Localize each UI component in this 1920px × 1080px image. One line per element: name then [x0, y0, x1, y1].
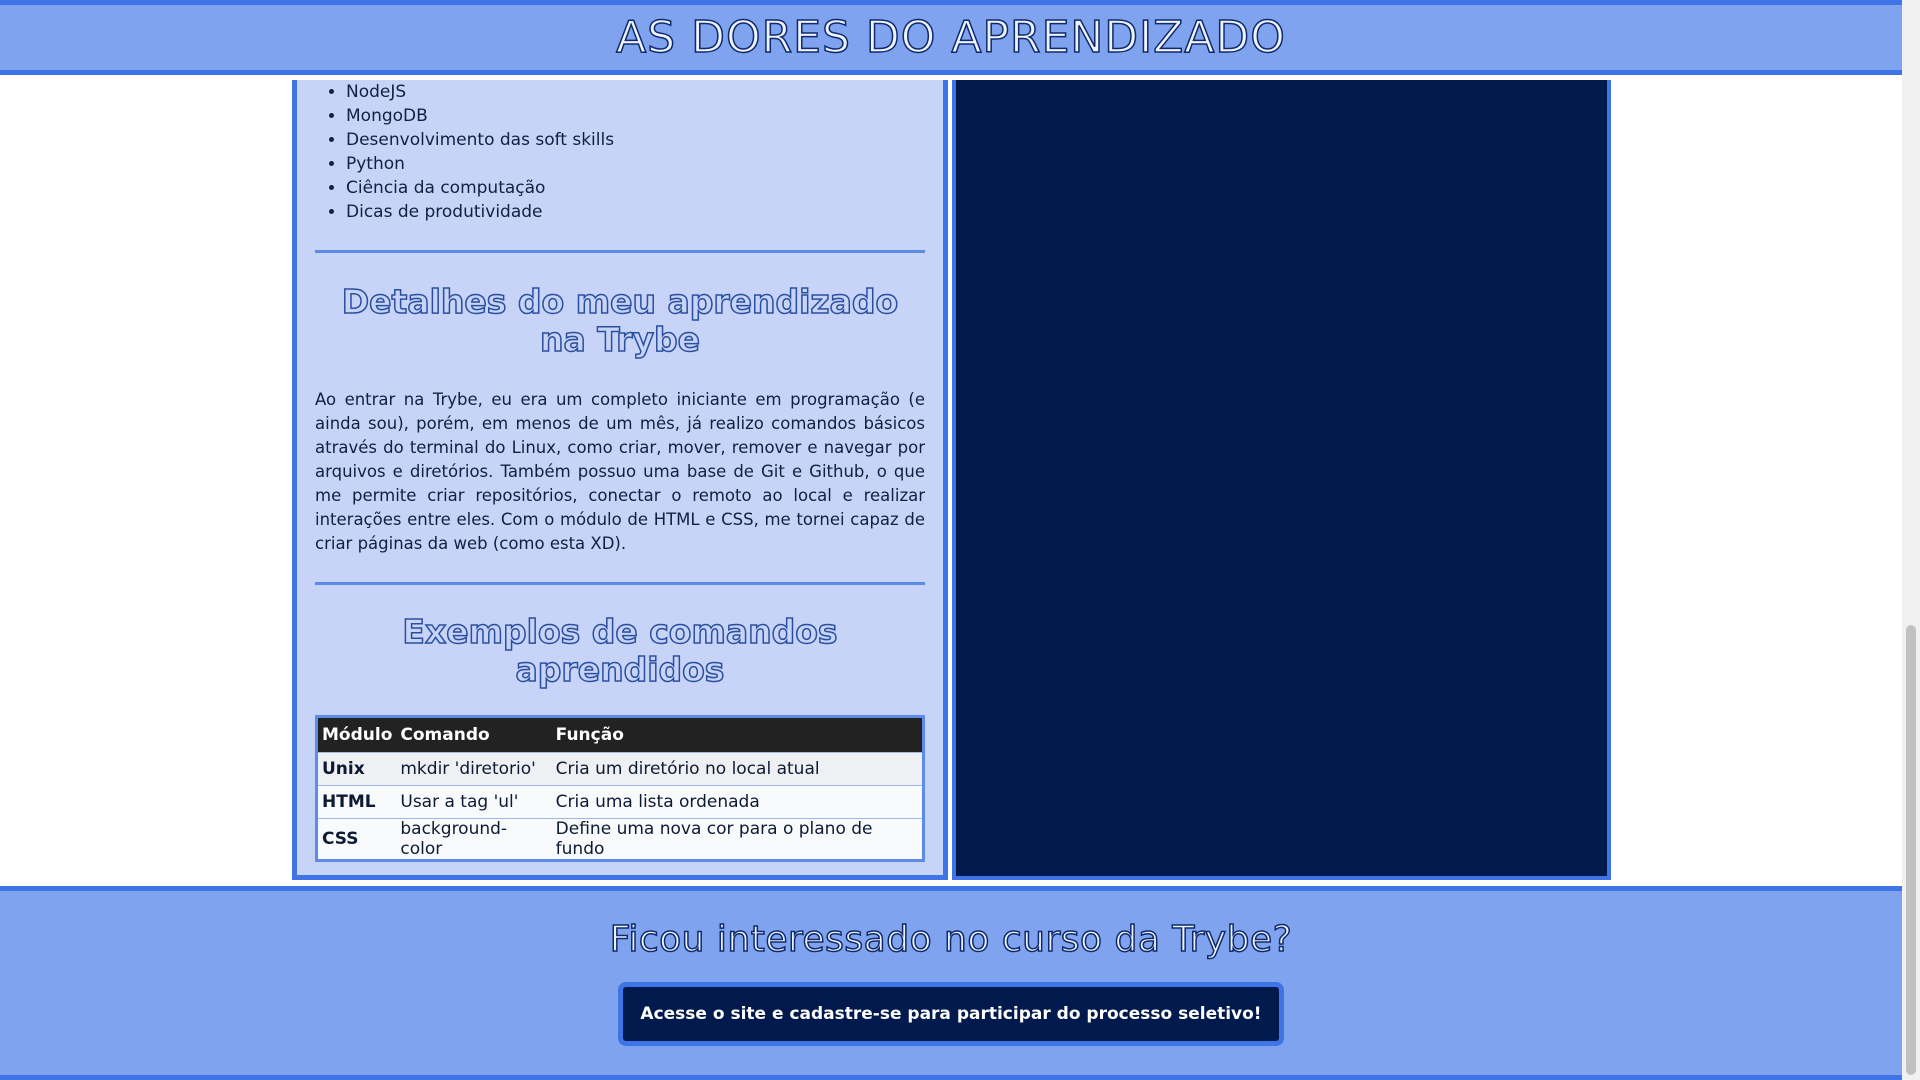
- main-content-panel: NodeJS MongoDB Desenvolvimento das soft …: [292, 80, 948, 880]
- list-item: MongoDB: [346, 104, 925, 128]
- page-footer: Ficou interessado no curso da Trybe? Ace…: [0, 886, 1902, 1080]
- table-header-row: Módulo Comando Função: [316, 716, 924, 753]
- table-row: HTML Usar a tag 'ul' Cria uma lista orde…: [316, 785, 924, 819]
- details-heading: Detalhes do meu aprendizado na Trybe: [341, 282, 899, 360]
- column-header-function: Função: [551, 716, 924, 753]
- section-divider: [315, 582, 925, 585]
- list-item: Dicas de produtividade: [346, 200, 925, 224]
- table-cell-function: Define uma nova cor para o plano de fund…: [551, 818, 924, 861]
- list-item: Ciência da computação: [346, 176, 925, 200]
- table-cell-command: Usar a tag 'ul': [396, 785, 552, 819]
- examples-heading: Exemplos de comandos aprendidos: [402, 612, 839, 690]
- page-header: AS DORES DO APRENDIZADO: [0, 0, 1902, 75]
- table-cell-module: HTML: [316, 785, 397, 819]
- side-panel-content: [956, 80, 1607, 876]
- table-cell-module: Unix: [316, 752, 397, 786]
- table-row: CSS background-color Define uma nova cor…: [316, 818, 924, 861]
- table-cell-command: mkdir 'diretorio': [396, 752, 552, 786]
- page-title: AS DORES DO APRENDIZADO: [615, 11, 1286, 64]
- table-cell-command: background-color: [396, 818, 552, 861]
- side-panel: [952, 80, 1611, 880]
- commands-table: Módulo Comando Função Unix mkdir 'direto…: [315, 715, 925, 862]
- section-divider: [315, 250, 925, 253]
- topics-list: NodeJS MongoDB Desenvolvimento das soft …: [315, 80, 925, 224]
- signup-link-button[interactable]: Acesse o site e cadastre-se para partici…: [618, 982, 1284, 1046]
- column-header-command: Comando: [396, 716, 552, 753]
- table-cell-module: CSS: [316, 818, 397, 861]
- vertical-scrollbar[interactable]: [1902, 0, 1920, 1080]
- footer-bottom-border: [0, 1075, 1902, 1080]
- footer-heading: Ficou interessado no curso da Trybe?: [609, 918, 1293, 961]
- table-cell-function: Cria um diretório no local atual: [551, 752, 924, 786]
- details-paragraph: Ao entrar na Trybe, eu era um completo i…: [315, 390, 925, 553]
- list-item: NodeJS: [346, 80, 925, 104]
- list-item: Python: [346, 152, 925, 176]
- list-item: Desenvolvimento das soft skills: [346, 128, 925, 152]
- column-header-module: Módulo: [316, 716, 397, 753]
- table-cell-function: Cria uma lista ordenada: [551, 785, 924, 819]
- scrollbar-thumb[interactable]: [1906, 625, 1916, 1075]
- table-row: Unix mkdir 'diretorio' Cria um diretório…: [316, 752, 924, 786]
